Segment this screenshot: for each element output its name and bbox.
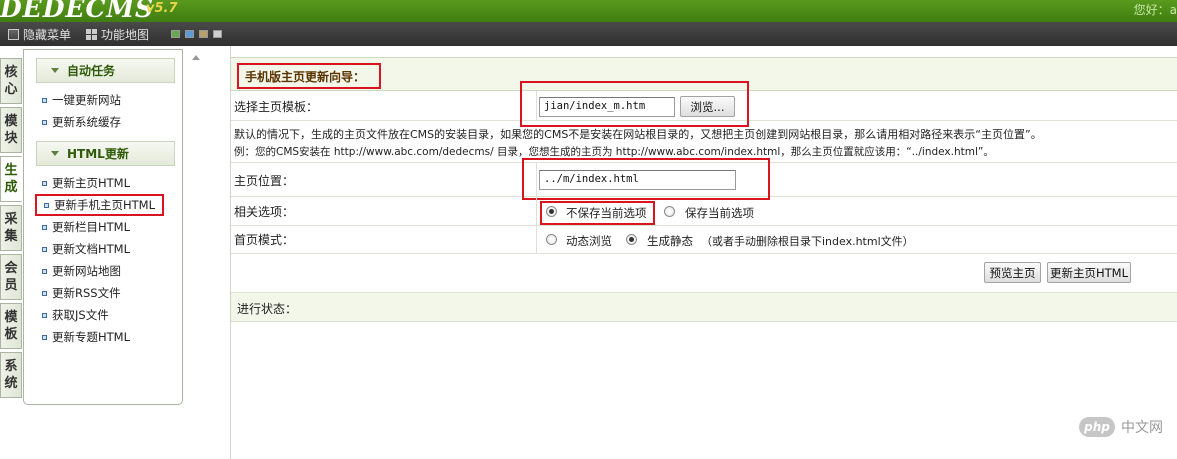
sidebar-item-update-sitemap[interactable]: 更新网站地图 — [42, 263, 121, 279]
sidebar-item-get-js[interactable]: 获取JS文件 — [42, 307, 109, 323]
sidebar-item-update-mobile-home-html[interactable]: 更新手机主页HTML — [35, 194, 165, 216]
bullet-icon — [42, 97, 47, 103]
chevron-down-icon — [51, 151, 59, 156]
position-label: 主页位置： — [234, 174, 295, 188]
version-label: v5.7 — [146, 1, 178, 16]
tab-member[interactable]: 会员 — [0, 254, 22, 300]
bullet-icon — [42, 312, 47, 318]
bullet-icon — [42, 180, 47, 186]
skin-blue-button[interactable] — [185, 30, 194, 38]
radio-no-save-label: 不保存当前选项 — [566, 206, 647, 220]
bullet-icon — [42, 334, 47, 340]
logo: DEDECMS — [0, 0, 155, 23]
sidebar: 自动任务 一键更新网站 更新系统缓存 HTML更新 更新主页HTML 更新手机主… — [23, 49, 183, 405]
radio-no-save[interactable] — [546, 206, 557, 217]
main-panel: 手机版主页更新向导： 选择主页模板： jian/index_m.htm 浏览..… — [231, 57, 1177, 459]
bullet-icon — [42, 246, 47, 252]
sidebar-item-update-article-html[interactable]: 更新文档HTML — [42, 241, 130, 257]
skin-gray-button[interactable] — [213, 30, 222, 38]
template-input[interactable]: jian/index_m.htm — [539, 97, 675, 117]
browse-button[interactable]: 浏览... — [680, 96, 735, 117]
sidebar-item-update-home-html[interactable]: 更新主页HTML — [42, 175, 130, 191]
sidebar-item-update-cache[interactable]: 更新系统缓存 — [42, 114, 121, 130]
hide-menu-label: 隐藏菜单 — [23, 28, 72, 42]
skin-green-button[interactable] — [171, 30, 180, 38]
radio-save[interactable] — [664, 206, 675, 217]
sidebar-item-update-topic-html[interactable]: 更新专题HTML — [42, 329, 130, 345]
php-logo: php — [1079, 417, 1115, 437]
vertical-tabs: 核心 模块 生成 采集 会员 模板 系统 — [0, 58, 24, 401]
splitter — [189, 46, 229, 459]
sidebar-item-update-site[interactable]: 一键更新网站 — [42, 92, 121, 108]
site-map-button[interactable]: 功能地图 — [86, 26, 149, 43]
options-label: 相关选项： — [234, 205, 295, 219]
bullet-icon — [42, 119, 47, 125]
sidebar-group-html-update[interactable]: HTML更新 — [36, 141, 175, 166]
tab-module[interactable]: 模块 — [0, 107, 22, 153]
note-line-1: 默认的情况下，生成的主页文件放在CMS的安装目录，如果您的CMS不是安装在网站根… — [234, 128, 1042, 141]
bullet-icon — [42, 224, 47, 230]
preview-button[interactable]: 预览主页 — [984, 262, 1041, 283]
tab-core[interactable]: 核心 — [0, 58, 22, 104]
menu-bar: 隐藏菜单 功能地图 — [0, 22, 1177, 46]
status-bar: 进行状态： — [231, 292, 1177, 322]
bullet-icon — [44, 202, 49, 208]
update-home-html-button[interactable]: 更新主页HTML — [1047, 262, 1131, 283]
status-label: 进行状态： — [237, 302, 298, 316]
user-greeting: 您好：a — [1133, 3, 1177, 17]
radio-dynamic[interactable] — [546, 234, 557, 245]
position-input[interactable]: ../m/index.html — [539, 170, 736, 190]
radio-static-label: 生成静态 — [647, 234, 693, 248]
watermark: php 中文网 — [1079, 417, 1163, 437]
tab-collect[interactable]: 采集 — [0, 205, 22, 251]
grid-icon — [86, 29, 97, 40]
template-label: 选择主页模板： — [234, 100, 319, 114]
site-map-label: 功能地图 — [101, 28, 150, 42]
sidebar-item-update-column-html[interactable]: 更新栏目HTML — [42, 219, 130, 235]
hide-menu-button[interactable]: 隐藏菜单 — [8, 26, 71, 43]
bullet-icon — [42, 268, 47, 274]
tab-system[interactable]: 系统 — [0, 352, 22, 398]
radio-save-label: 保存当前选项 — [685, 206, 754, 220]
skin-brown-button[interactable] — [199, 30, 208, 38]
note-line-2: 例：您的CMS安装在 http://www.abc.com/dedecms/ 目… — [234, 146, 994, 158]
collapse-arrow-icon[interactable] — [192, 55, 200, 60]
watermark-text: 中文网 — [1121, 420, 1163, 436]
chevron-down-icon — [51, 68, 59, 73]
sidebar-item-update-rss[interactable]: 更新RSS文件 — [42, 285, 121, 301]
radio-dynamic-label: 动态浏览 — [566, 234, 612, 248]
top-banner: DEDECMS v5.7 您好：a — [0, 0, 1177, 23]
static-note: （或者手动删除根目录下index.html文件） — [701, 235, 914, 248]
tab-template[interactable]: 模板 — [0, 303, 22, 349]
bullet-icon — [42, 290, 47, 296]
note-row: 默认的情况下，生成的主页文件放在CMS的安装目录，如果您的CMS不是安装在网站根… — [231, 121, 1177, 163]
page-title: 手机版主页更新向导： — [237, 63, 381, 89]
sidebar-group-auto-tasks[interactable]: 自动任务 — [36, 58, 175, 83]
mode-label: 首页模式： — [234, 233, 295, 247]
tab-generate[interactable]: 生成 — [0, 156, 22, 202]
radio-static[interactable] — [626, 234, 637, 245]
panel-icon — [8, 29, 19, 40]
